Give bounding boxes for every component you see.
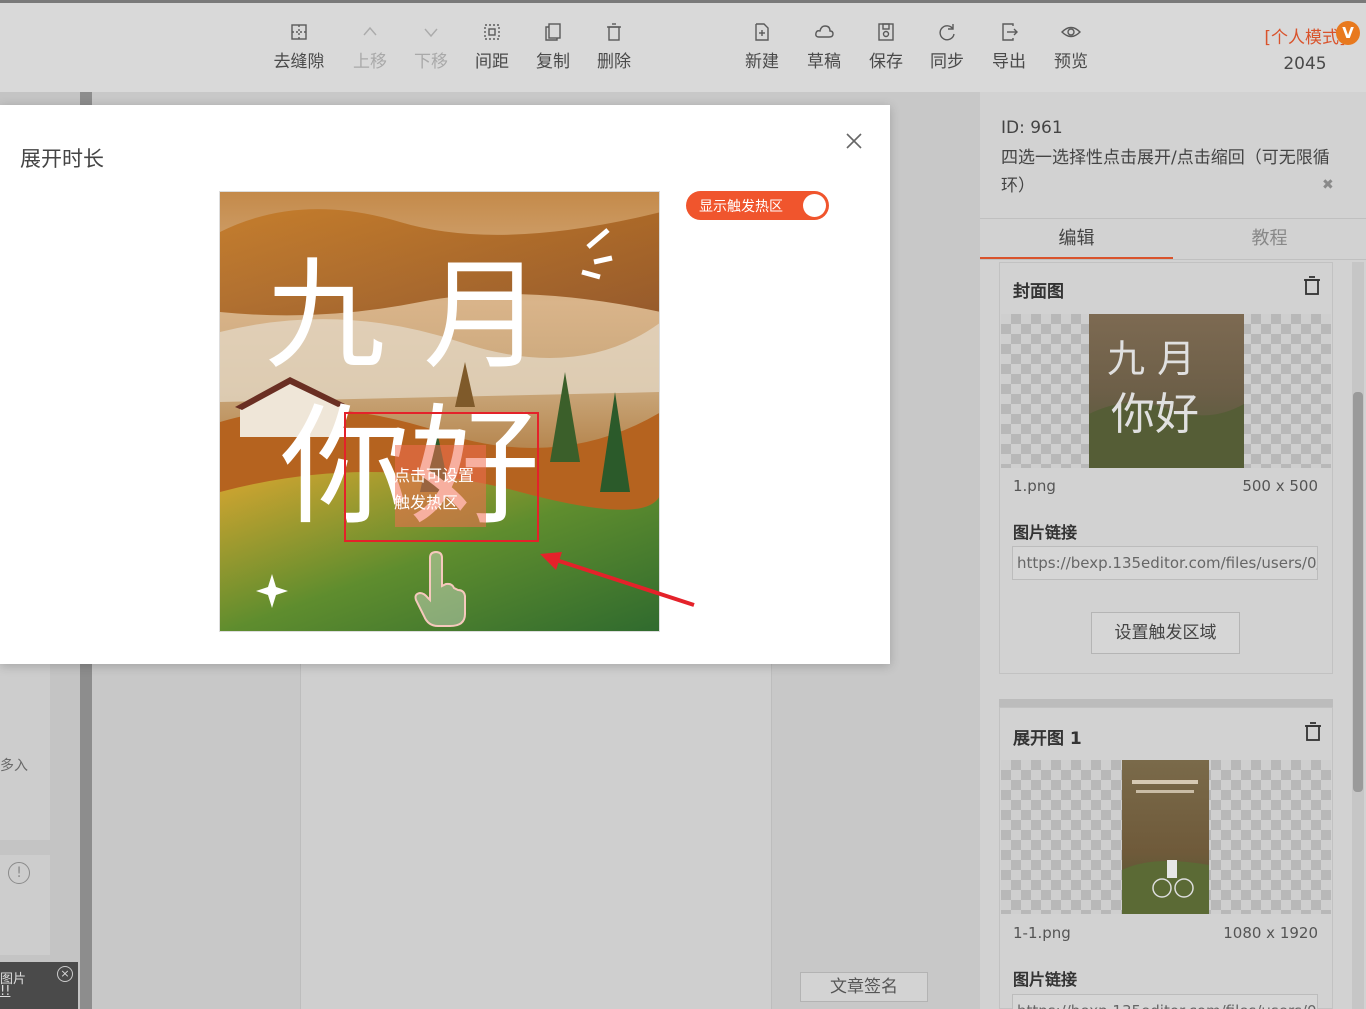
cover-file-name: 1.png — [1013, 477, 1056, 495]
delete-label: 删除 — [597, 52, 631, 72]
info-icon: ! — [8, 862, 30, 884]
top-toolbar: 去缝隙 上移 下移 间距 复制 删除 新建 草稿 保存 同步 导出 预览 [个人… — [0, 0, 1366, 92]
preview-button[interactable]: 预览 — [1041, 21, 1101, 72]
cover-thumbnail: 九 月 你好 — [1089, 314, 1244, 468]
expand-thumbnail — [1122, 760, 1209, 914]
trash-icon — [603, 21, 625, 43]
sync-label: 同步 — [930, 52, 964, 72]
export-button[interactable]: 导出 — [979, 21, 1039, 72]
cloud-icon — [813, 21, 835, 43]
copy-label: 复制 — [536, 52, 570, 72]
set-trigger-area-button[interactable]: 设置触发区域 — [1091, 612, 1240, 654]
move-up-button[interactable]: 上移 — [340, 21, 400, 72]
new-file-icon — [751, 21, 773, 43]
tab-tutorial[interactable]: 教程 — [1173, 219, 1366, 259]
notice-bar: 图片 !! × — [0, 962, 78, 1009]
chevron-up-icon — [359, 21, 381, 43]
hand-pointer-icon — [414, 550, 466, 627]
move-up-label: 上移 — [353, 52, 387, 72]
draft-button[interactable]: 草稿 — [794, 21, 854, 72]
save-button[interactable]: 保存 — [856, 21, 916, 72]
close-icon[interactable]: × — [57, 966, 73, 982]
toggle-label: 显示触发热区 — [699, 199, 783, 215]
cover-link-input[interactable]: https://bexp.135editor.com/files/users/0… — [1012, 546, 1318, 580]
vip-badge-icon: V — [1336, 21, 1360, 45]
move-down-button[interactable]: 下移 — [401, 21, 461, 72]
draft-label: 草稿 — [807, 52, 841, 72]
export-icon — [998, 21, 1020, 43]
cover-link-label: 图片链接 — [1013, 523, 1078, 542]
notice-link[interactable]: !! — [0, 984, 10, 999]
spacing-icon — [481, 21, 503, 43]
left-card — [0, 660, 50, 840]
save-icon — [875, 21, 897, 43]
annotation-arrow-icon — [540, 552, 695, 607]
close-icon[interactable] — [840, 127, 868, 155]
save-label: 保存 — [869, 52, 903, 72]
move-down-label: 下移 — [414, 52, 448, 72]
remove-gap-button[interactable]: 去缝隙 — [269, 21, 329, 72]
left-panel-text: 多入 — [0, 758, 28, 774]
tab-edit[interactable]: 编辑 — [980, 219, 1173, 259]
modal-title: 展开时长 — [20, 147, 104, 171]
expand-file-size: 1080 x 1920 — [1223, 924, 1318, 942]
right-panel-tabs: 编辑 教程 — [980, 218, 1366, 260]
preview-label: 预览 — [1054, 52, 1088, 72]
article-signature-button[interactable]: 文章签名 — [800, 972, 928, 1002]
eye-icon — [1060, 21, 1082, 43]
component-id: ID: 961 — [1001, 118, 1063, 138]
scrollbar-thumb[interactable] — [1353, 392, 1363, 792]
mode-count: 2045 — [1283, 54, 1327, 74]
card-divider — [999, 699, 1333, 707]
settings-icon[interactable]: ✖ — [1322, 177, 1334, 193]
spacing-label: 间距 — [475, 52, 509, 72]
new-label: 新建 — [745, 52, 779, 72]
sync-icon — [936, 21, 958, 43]
copy-icon — [542, 21, 564, 43]
chevron-down-icon — [420, 21, 442, 43]
delete-button[interactable]: 删除 — [584, 21, 644, 72]
show-hotzone-toggle[interactable]: 显示触发热区 — [687, 192, 828, 219]
cover-file-size: 500 x 500 — [1242, 477, 1318, 495]
svg-text:九 月: 九 月 — [1107, 337, 1195, 381]
new-button[interactable]: 新建 — [732, 21, 792, 72]
expand-link-input[interactable]: https://bexp.135editor.com/files/users/0… — [1012, 994, 1318, 1009]
cover-delete-icon[interactable] — [1303, 276, 1321, 296]
svg-text:你好: 你好 — [1111, 389, 1199, 440]
expand-file-name: 1-1.png — [1013, 924, 1071, 942]
toggle-knob[interactable] — [803, 194, 826, 217]
spacing-button[interactable]: 间距 — [462, 21, 522, 72]
gap-icon — [288, 21, 310, 43]
expand-delete-icon[interactable] — [1304, 722, 1322, 742]
poster-title-line1: 九 月 — [265, 247, 543, 386]
component-description: 四选一选择性点击展开/点击缩回（可无限循环） — [1001, 148, 1330, 196]
sync-button[interactable]: 同步 — [917, 21, 977, 72]
copy-button[interactable]: 复制 — [523, 21, 583, 72]
export-label: 导出 — [992, 52, 1026, 72]
expand-link-label: 图片链接 — [1013, 970, 1078, 989]
hotzone-highlight-box — [344, 412, 539, 542]
remove-gap-label: 去缝隙 — [273, 52, 325, 72]
expand-title: 展开图 1 — [1013, 729, 1082, 749]
right-scrollbar[interactable] — [1352, 262, 1364, 1009]
cover-title: 封面图 — [1013, 282, 1064, 302]
